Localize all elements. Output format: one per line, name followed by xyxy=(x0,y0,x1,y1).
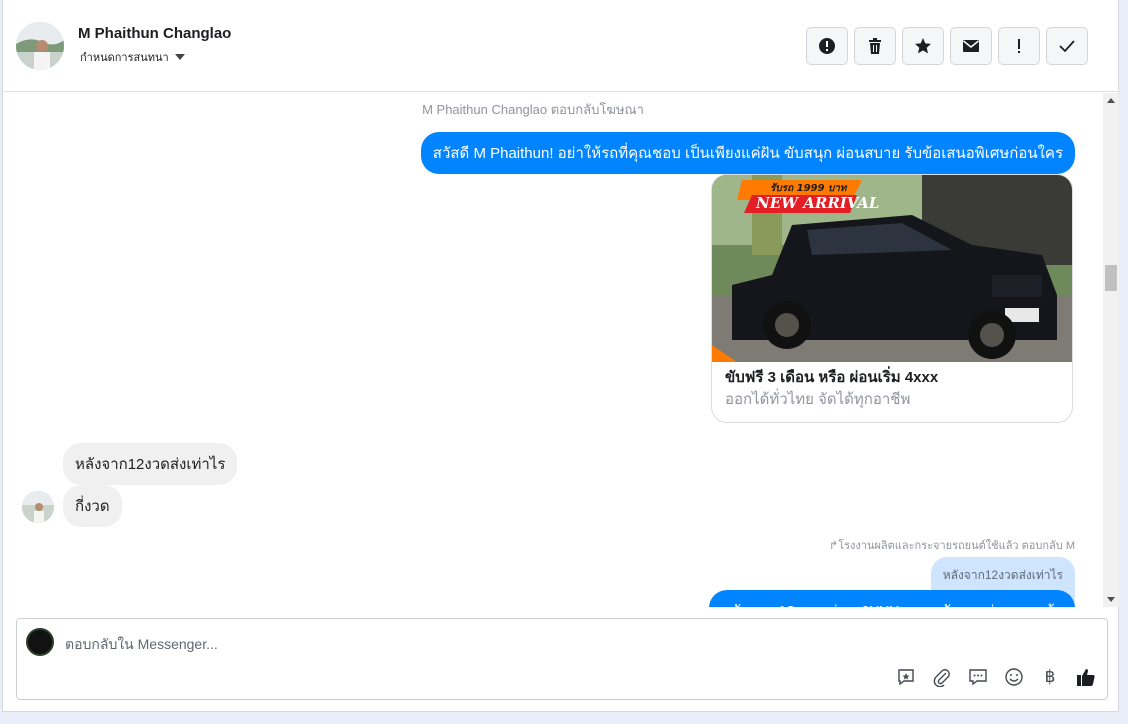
checkmark-icon xyxy=(1059,40,1075,53)
outgoing-message[interactable]: สวัสดี M Phaithun! อย่าให้รถที่คุณชอบ เป… xyxy=(420,132,1075,174)
ad-card[interactable]: รับรถ 1999 บาท NEW ARRIVAL ขับฟรี 3 เดือ… xyxy=(711,174,1073,423)
mark-unread-button[interactable] xyxy=(950,27,992,65)
incoming-message[interactable]: หลังจาก12งวดส่งเท่าไร xyxy=(63,443,238,485)
incoming-message[interactable]: กี่งวด xyxy=(63,485,122,527)
trash-icon xyxy=(869,38,881,54)
saved-reply-icon[interactable] xyxy=(895,666,917,688)
delete-button[interactable] xyxy=(854,27,896,65)
alert-circle-icon xyxy=(819,38,835,54)
assign-label: กำหนดการสนทนา xyxy=(80,52,169,64)
page-avatar xyxy=(26,628,54,656)
ad-title: ขับฟรี 3 เดือน หรือ ผ่อนเริ่ม 4xxx xyxy=(725,369,939,386)
message-composer[interactable]: ตอบกลับใน Messenger... ฿ xyxy=(16,618,1108,700)
chevron-down-icon xyxy=(174,54,185,60)
ad-subtitle: ออกได้ทั่วไทย จัดได้ทุกอาชีพ xyxy=(725,391,911,408)
emoji-icon[interactable] xyxy=(1003,666,1025,688)
assign-conversation[interactable]: กำหนดการสนทนา xyxy=(80,48,185,66)
composer-tools: ฿ xyxy=(895,666,1097,688)
baht-icon[interactable]: ฿ xyxy=(1039,666,1061,688)
thread-scrollbar[interactable] xyxy=(1103,93,1119,607)
outgoing-message[interactable]: หลังจาก 12 งวด ผ่อน 6XXX ตลอดสัญญาค่ะคุณ… xyxy=(709,590,1075,607)
header-toolbar xyxy=(806,27,1088,65)
envelope-icon xyxy=(963,40,979,52)
contact-photo xyxy=(16,22,64,70)
contact-photo-small xyxy=(22,491,54,523)
contact-name[interactable]: M Phaithun Changlao xyxy=(78,25,231,42)
exclamation-icon xyxy=(1018,39,1020,53)
scroll-down-arrow-icon[interactable] xyxy=(1107,597,1115,602)
ad-image: รับรถ 1999 บาท NEW ARRIVAL xyxy=(712,175,1072,362)
like-icon[interactable] xyxy=(1075,666,1097,688)
star-button[interactable] xyxy=(902,27,944,65)
attach-icon[interactable] xyxy=(931,666,953,688)
ad-banner-main: NEW ARRIVAL xyxy=(756,194,880,212)
ad-reply-notice: M Phaithun Changlao ตอบกลับโฆษณา xyxy=(422,102,644,117)
star-icon xyxy=(915,38,931,54)
message-thread[interactable]: M Phaithun Changlao ตอบกลับโฆษณา สวัสดี … xyxy=(3,93,1103,607)
contact-avatar[interactable] xyxy=(16,22,64,70)
conversation-panel: M Phaithun Changlao กำหนดการสนทนา M Phai… xyxy=(2,0,1119,712)
reply-notice: ↱โรงงานผลิตและกระจายรถยนต์ใช้แล้ว ตอบกลั… xyxy=(829,540,1075,552)
chat-icon[interactable] xyxy=(967,666,989,688)
mark-spam-button[interactable] xyxy=(806,27,848,65)
conversation-header: M Phaithun Changlao กำหนดการสนทนา xyxy=(3,0,1118,92)
scroll-up-arrow-icon[interactable] xyxy=(1107,98,1115,103)
reply-input[interactable]: ตอบกลับใน Messenger... xyxy=(65,634,218,656)
scroll-thumb[interactable] xyxy=(1105,265,1117,291)
contact-avatar-small xyxy=(22,491,54,523)
mark-done-button[interactable] xyxy=(1046,27,1088,65)
important-button[interactable] xyxy=(998,27,1040,65)
